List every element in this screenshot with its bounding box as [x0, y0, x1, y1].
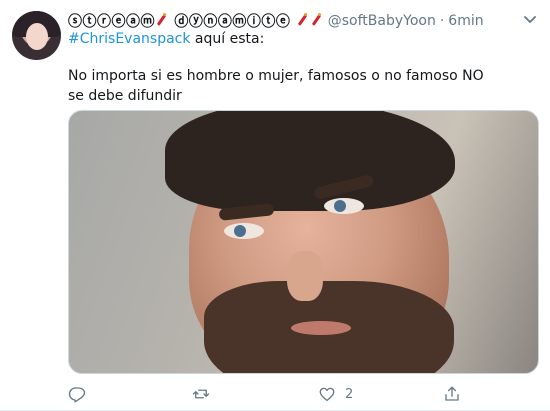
photo-right-eye [324, 198, 364, 214]
avatar[interactable] [12, 11, 61, 60]
like-button[interactable]: 2 [318, 383, 353, 405]
reply-icon [68, 387, 86, 403]
photo-hair [165, 111, 455, 211]
photo-left-eye [224, 223, 264, 239]
share-icon [445, 386, 459, 401]
avatar-face [26, 23, 48, 50]
retweet-icon [192, 389, 210, 399]
hashtag-link[interactable]: #ChrisEvanspack [68, 31, 190, 47]
tweet-header: ⓢⓣⓡⓔⓐⓜ ⓓⓨⓝⓐⓜⓘⓣⓔ @softBabyYoon · 6min [68, 11, 484, 31]
firecracker-emoji-icon [311, 13, 322, 27]
heart-icon [319, 387, 335, 402]
tweet-actions: 2 [68, 383, 488, 405]
user-handle[interactable]: @softBabyYoon [328, 13, 436, 29]
like-count: 2 [345, 386, 354, 402]
firecracker-emoji-icon [297, 13, 308, 27]
tweet-body: No importa si es hombre o mujer, famosos… [68, 68, 484, 104]
share-button[interactable] [443, 383, 461, 405]
reply-button[interactable] [68, 383, 86, 405]
display-name[interactable]: ⓢⓣⓡⓔⓐⓜ ⓓⓨⓝⓐⓜⓘⓣⓔ [68, 11, 324, 31]
firecracker-emoji-icon [156, 13, 167, 27]
display-name-second: ⓓⓨⓝⓐⓜⓘⓣⓔ [174, 14, 291, 30]
photo-lips [291, 321, 351, 335]
separator-dot: · [439, 13, 445, 29]
chevron-down-icon[interactable] [522, 12, 538, 28]
photo-nose [287, 251, 323, 301]
timestamp[interactable]: 6min [448, 13, 483, 29]
retweet-button[interactable] [192, 383, 210, 405]
display-name-first: ⓢⓣⓡⓔⓐⓜ [68, 14, 155, 30]
tweet-card[interactable]: ⓢⓣⓡⓔⓐⓜ ⓓⓨⓝⓐⓜⓘⓣⓔ @softBabyYoon · 6min #Ch… [0, 0, 550, 411]
tweet-first-line: #ChrisEvanspack aquí esta: [68, 31, 264, 47]
first-line-text: aquí esta: [190, 31, 265, 47]
tweet-photo[interactable] [68, 110, 539, 374]
